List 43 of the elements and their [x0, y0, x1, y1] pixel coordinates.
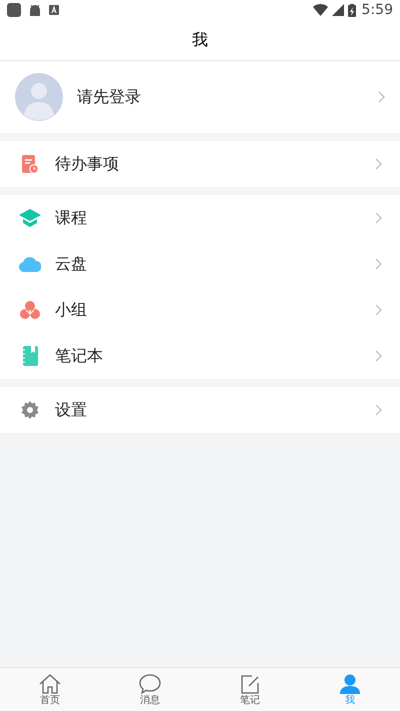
document-clock-icon [21, 154, 39, 174]
circles-icon [20, 301, 40, 319]
menu-item[interactable]: 小组 [0, 287, 400, 333]
nav-tab[interactable]: 首页 [0, 668, 100, 711]
menu-item[interactable]: 云盘 [0, 241, 400, 287]
nav-tab[interactable]: 笔记 [200, 668, 300, 711]
chevron-icon [375, 350, 382, 362]
menu-label: 待办事项 [55, 153, 120, 175]
app-notification-icon [7, 3, 21, 17]
chevron-icon [375, 304, 382, 316]
chevron-icon [375, 212, 382, 224]
chevron-icon [378, 91, 385, 103]
keyboard-notification-icon [49, 5, 59, 15]
page-title: 我 [192, 29, 208, 51]
avatar-icon [15, 73, 63, 121]
gear-icon [21, 401, 39, 419]
menu-label: 设置 [55, 399, 88, 421]
menu-label: 云盘 [55, 253, 88, 275]
signal-icon [332, 4, 344, 16]
cloud-icon [19, 256, 41, 272]
house-icon [39, 674, 61, 694]
menu-item[interactable]: 课程 [0, 195, 400, 241]
android-icon [29, 4, 41, 16]
nav-tab[interactable]: 消息 [100, 668, 200, 711]
edit-icon [240, 674, 260, 694]
graduation-cap-icon [19, 209, 41, 227]
battery-icon [348, 4, 356, 16]
chevron-icon [375, 258, 382, 270]
profile-row[interactable]: 请先登录 [0, 61, 400, 133]
speech-bubble-icon [139, 674, 161, 694]
menu-label: 小组 [55, 299, 88, 321]
notebook-icon [22, 346, 38, 366]
menu-label: 笔记本 [55, 345, 104, 367]
menu-item[interactable]: 笔记本 [0, 333, 400, 379]
menu-item[interactable]: 待办事项 [0, 141, 400, 187]
chevron-icon [375, 404, 382, 416]
person-icon [340, 674, 360, 694]
login-prompt: 请先登录 [77, 86, 142, 108]
status-time: 5:59 [362, 0, 393, 20]
wifi-icon [312, 4, 328, 16]
menu-item[interactable]: 设置 [0, 387, 400, 433]
chevron-icon [375, 158, 382, 170]
menu-label: 课程 [55, 207, 88, 229]
